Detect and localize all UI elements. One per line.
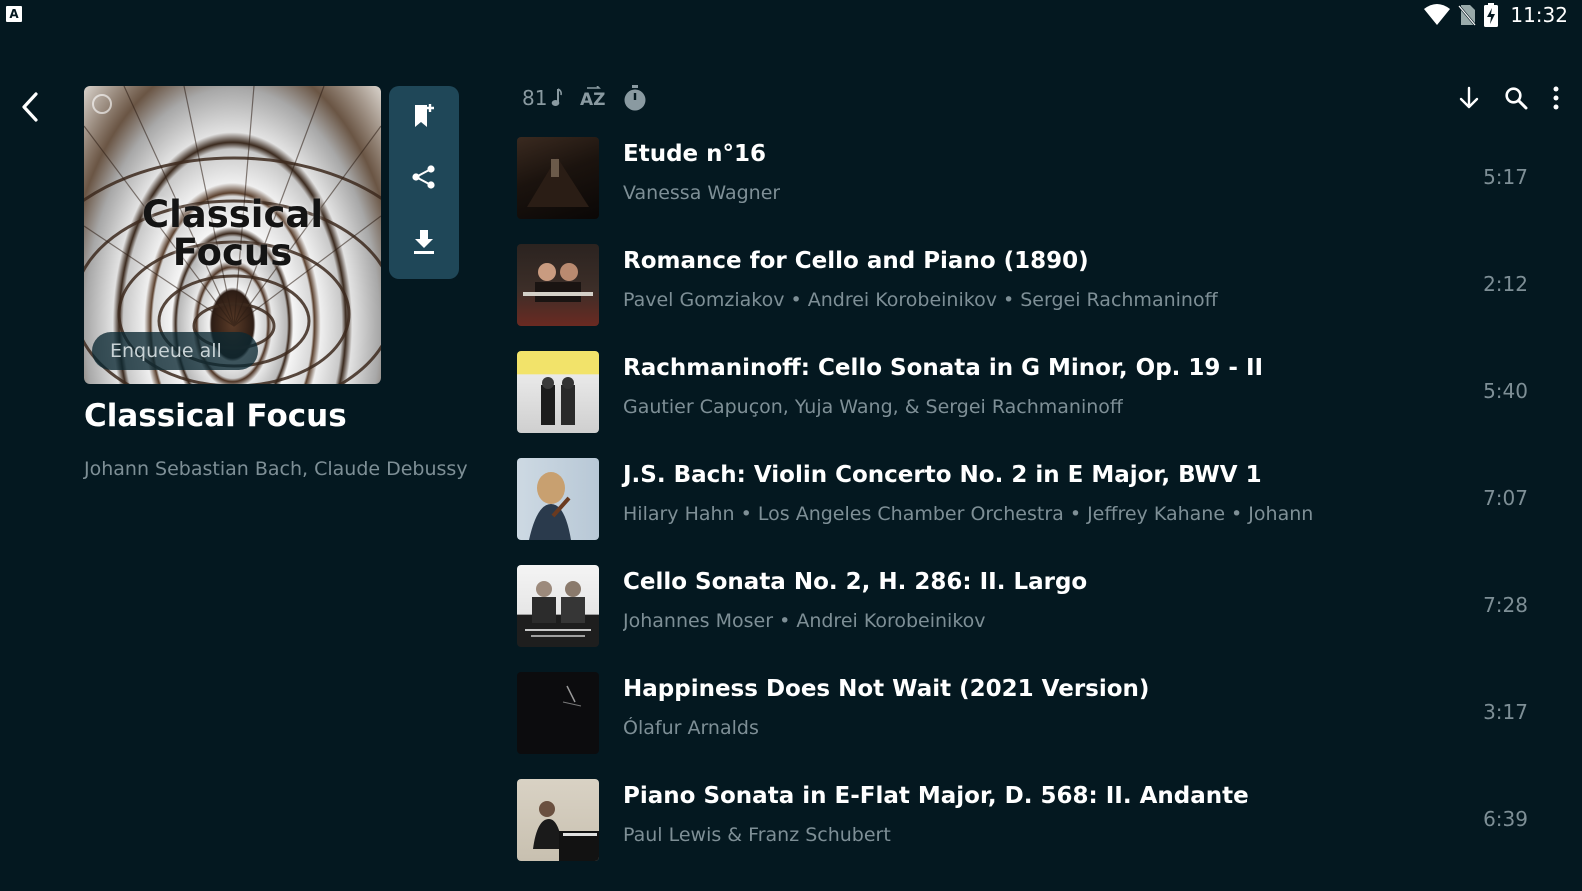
playlist-artists: Johann Sebastian Bach, Claude Debussy — [84, 458, 468, 480]
overflow-menu-button[interactable] — [1552, 86, 1560, 110]
track-duration: 3:17 — [1483, 700, 1528, 724]
track-row[interactable]: Rachmaninoff: Cello Sonata in G Minor, O… — [517, 351, 1557, 433]
track-artist: Vanessa Wagner — [623, 182, 781, 204]
track-title: Cello Sonata No. 2, H. 286: II. Largo — [623, 569, 1088, 595]
cover-title: Classical Focus — [141, 193, 324, 274]
download-all-button[interactable] — [1458, 86, 1480, 110]
no-sim-icon — [1458, 5, 1477, 26]
track-artist: Ólafur Arnalds — [623, 717, 759, 739]
track-title: Happiness Does Not Wait (2021 Version) — [623, 676, 1150, 702]
search-icon — [1505, 87, 1528, 110]
track-row[interactable]: Piano Sonata in E-Flat Major, D. 568: II… — [517, 779, 1557, 861]
track-artist: Paul Lewis & Franz Schubert — [623, 824, 891, 846]
album-art — [517, 351, 599, 433]
track-title: Etude n°16 — [623, 141, 767, 167]
clock: 11:32 — [1510, 3, 1568, 27]
track-title: J.S. Bach: Violin Concerto No. 2 in E Ma… — [623, 462, 1262, 488]
track-duration: 5:40 — [1483, 379, 1528, 403]
app-notification-icon: A — [6, 6, 22, 22]
download-icon — [414, 230, 434, 254]
share-icon — [412, 165, 435, 189]
sleep-timer-button[interactable] — [623, 85, 647, 111]
track-duration: 7:07 — [1483, 486, 1528, 510]
track-title: Piano Sonata in E-Flat Major, D. 568: II… — [623, 783, 1249, 809]
play-badge-icon — [92, 94, 112, 114]
more-vert-icon — [1553, 86, 1559, 110]
download-playlist-button[interactable] — [389, 214, 459, 270]
track-row[interactable]: J.S. Bach: Violin Concerto No. 2 in E Ma… — [517, 458, 1557, 540]
track-row[interactable]: Etude n°16 Vanessa Wagner 5:17 — [517, 137, 1557, 219]
track-duration: 6:39 — [1483, 807, 1528, 831]
album-art — [517, 672, 599, 754]
header-actions — [1458, 82, 1560, 114]
list-toolbar: 81 AZ — [522, 82, 647, 114]
status-icons: 11:32 — [1424, 3, 1568, 27]
action-pill — [389, 86, 459, 279]
track-duration: 2:12 — [1483, 272, 1528, 296]
playlist-title: Classical Focus — [84, 398, 347, 434]
track-artist: Johannes Moser • Andrei Korobeinikov — [623, 610, 986, 632]
track-artist: Pavel Gomziakov • Andrei Korobeinikov • … — [623, 289, 1218, 311]
bookmark-button[interactable] — [389, 88, 459, 144]
sort-az-icon: AZ — [580, 86, 606, 110]
search-button[interactable] — [1504, 86, 1528, 110]
battery-charging-icon — [1484, 3, 1499, 27]
track-duration: 7:28 — [1483, 593, 1528, 617]
status-bar: A 11:32 — [0, 0, 1582, 30]
album-art — [517, 779, 599, 861]
track-row[interactable]: Romance for Cello and Piano (1890) Pavel… — [517, 244, 1557, 326]
back-button[interactable] — [12, 84, 48, 130]
track-title: Rachmaninoff: Cello Sonata in G Minor, O… — [623, 355, 1264, 381]
album-art — [517, 458, 599, 540]
svg-text:AZ: AZ — [580, 90, 605, 110]
share-button[interactable] — [389, 149, 459, 205]
sort-button[interactable]: AZ — [579, 86, 607, 110]
album-art — [517, 244, 599, 326]
track-title: Romance for Cello and Piano (1890) — [623, 248, 1089, 274]
chevron-left-icon — [22, 92, 38, 122]
enqueue-all-button[interactable]: Enqueue all — [92, 332, 258, 370]
album-art — [517, 137, 599, 219]
arrow-down-icon — [1459, 86, 1479, 109]
track-duration: 5:17 — [1483, 165, 1528, 189]
timer-icon — [624, 85, 646, 111]
track-count: 81 — [522, 86, 563, 110]
track-row[interactable]: Cello Sonata No. 2, H. 286: II. Largo Jo… — [517, 565, 1557, 647]
music-note-icon — [552, 88, 563, 106]
wifi-icon — [1424, 4, 1451, 25]
playlist-cover[interactable]: Classical Focus Enqueue all — [84, 86, 381, 384]
bookmark-add-icon — [415, 104, 434, 127]
track-artist: Gautier Capuçon, Yuja Wang, & Sergei Rac… — [623, 396, 1124, 418]
album-art — [517, 565, 599, 647]
track-row[interactable]: Happiness Does Not Wait (2021 Version) Ó… — [517, 672, 1557, 754]
track-artist: Hilary Hahn • Los Angeles Chamber Orches… — [623, 503, 1314, 525]
